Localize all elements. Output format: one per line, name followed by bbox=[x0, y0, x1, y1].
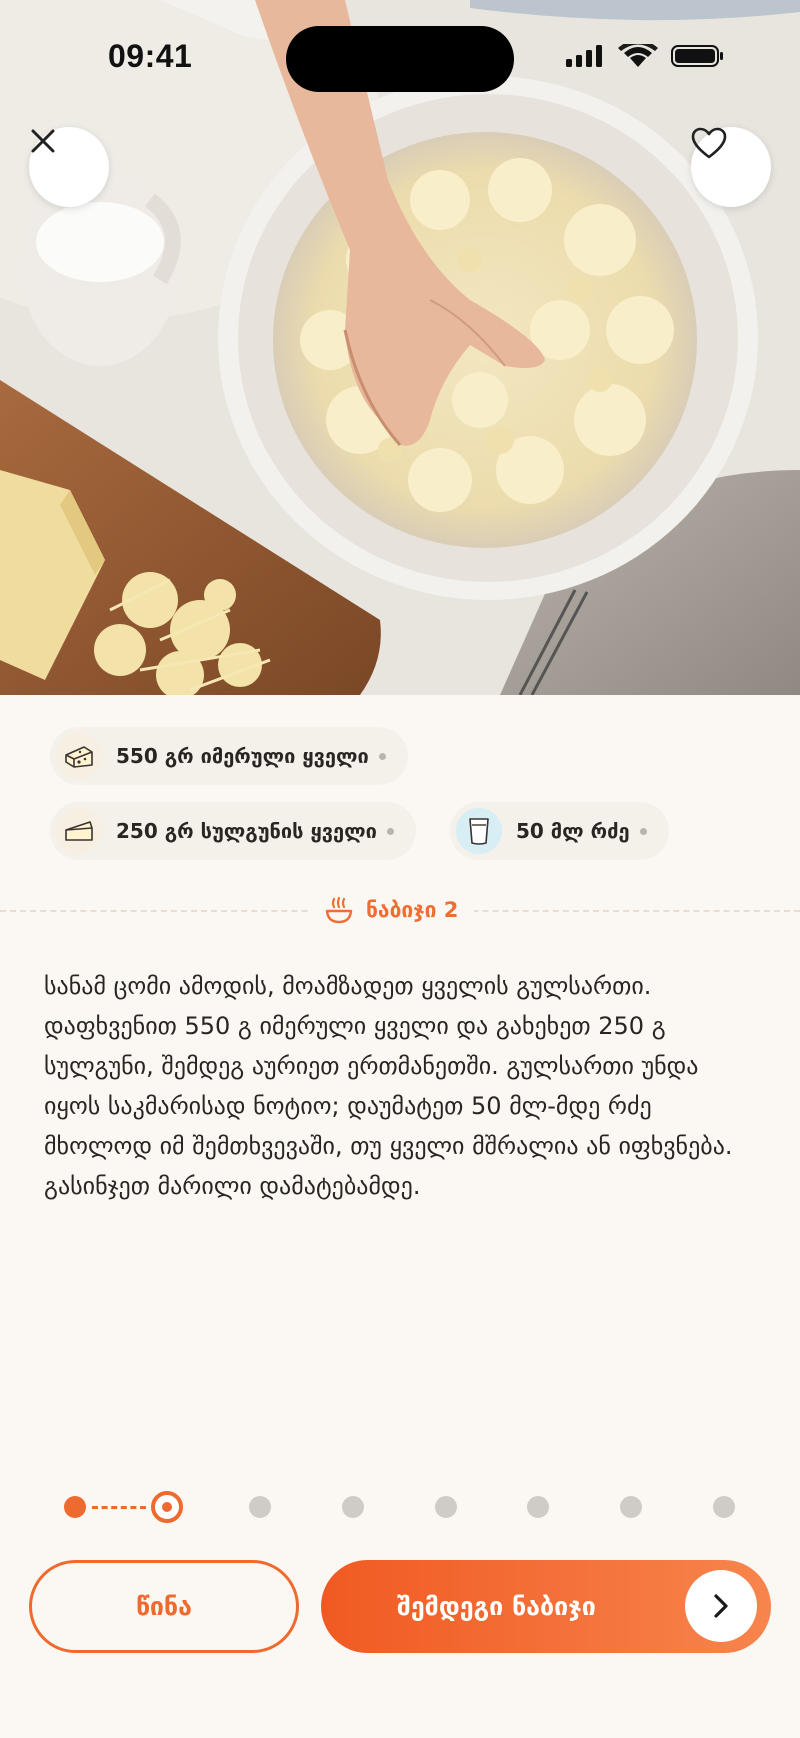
progress-dot[interactable] bbox=[713, 1496, 735, 1518]
previous-button[interactable]: წინა bbox=[29, 1560, 299, 1653]
cellular-signal-icon bbox=[566, 45, 602, 67]
dynamic-island bbox=[286, 26, 514, 92]
progress-dot[interactable] bbox=[527, 1496, 549, 1518]
status-bar: 09:41 bbox=[0, 0, 800, 110]
cheese-wedge-icon bbox=[56, 808, 102, 854]
step-instructions: სანამ ცომი ამოდის, მოამზადეთ ყველის გულს… bbox=[44, 972, 733, 1200]
recipe-step-photo: 09:41 bbox=[0, 0, 800, 695]
previous-button-label: წინა bbox=[136, 1592, 192, 1621]
progress-dot-current[interactable] bbox=[151, 1491, 183, 1523]
status-time: 09:41 bbox=[108, 38, 193, 74]
ingredient-dot bbox=[378, 752, 386, 760]
step-number: ნაბიჯი 2 bbox=[366, 898, 459, 922]
next-step-button-label: შემდეგი ნაბიჯი bbox=[397, 1592, 596, 1621]
step-progress bbox=[0, 1490, 800, 1524]
progress-dot[interactable] bbox=[249, 1496, 271, 1518]
progress-dot[interactable] bbox=[620, 1496, 642, 1518]
next-step-button[interactable]: შემდეგი ნაბიჯი bbox=[321, 1560, 771, 1653]
ingredient-dot bbox=[386, 827, 394, 835]
chevron-right-icon bbox=[685, 1570, 757, 1642]
progress-dot[interactable] bbox=[435, 1496, 457, 1518]
battery-icon bbox=[671, 45, 723, 67]
milk-glass-icon bbox=[456, 808, 502, 854]
step-label: ნაბიჯი 2 bbox=[308, 890, 475, 930]
close-icon bbox=[31, 129, 55, 153]
favorite-button[interactable] bbox=[691, 127, 771, 207]
cheese-block-icon bbox=[56, 733, 102, 779]
progress-dot[interactable] bbox=[342, 1496, 364, 1518]
close-button[interactable] bbox=[29, 127, 109, 207]
progress-dot-completed[interactable] bbox=[64, 1496, 86, 1518]
ingredient-label: 50 მლ რძე bbox=[516, 819, 630, 843]
ingredient-label: 550 გრ იმერული ყველი bbox=[116, 744, 369, 768]
cooking-pot-icon bbox=[325, 896, 353, 924]
ingredient-chip[interactable]: 250 გრ სულგუნის ყველი bbox=[50, 802, 416, 860]
progress-connector bbox=[92, 1506, 146, 1509]
ingredient-chip[interactable]: 550 გრ იმერული ყველი bbox=[50, 727, 408, 785]
ingredient-label: 250 გრ სულგუნის ყველი bbox=[116, 819, 377, 843]
wifi-icon bbox=[618, 44, 658, 67]
ingredient-chip[interactable]: 50 მლ რძე bbox=[450, 802, 669, 860]
ingredient-dot bbox=[639, 827, 647, 835]
heart-icon bbox=[691, 127, 727, 159]
